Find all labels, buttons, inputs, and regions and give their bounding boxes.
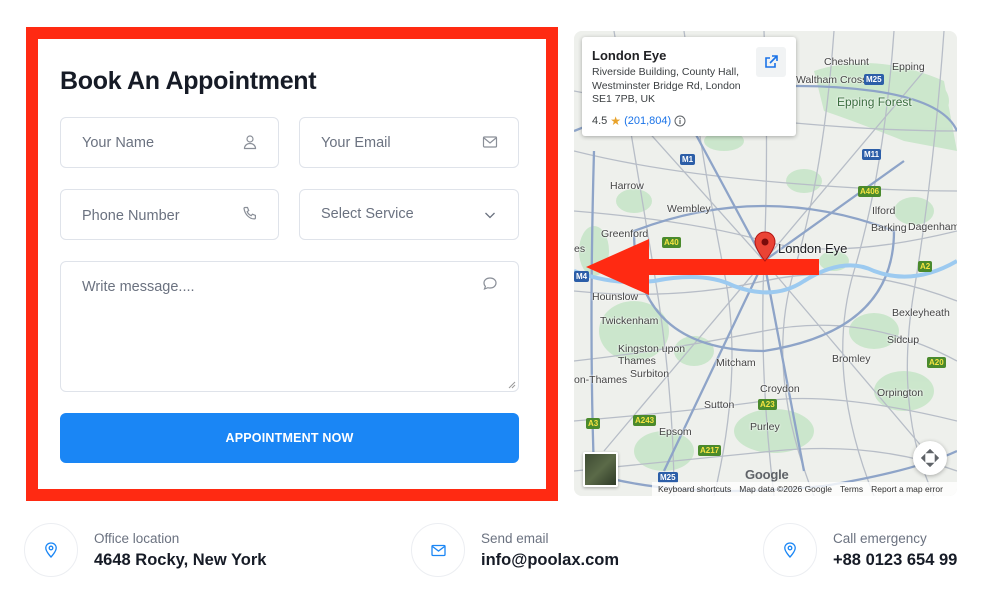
map-label: Wembley xyxy=(667,203,711,215)
map-data-text: Map data ©2026 Google xyxy=(739,484,832,494)
email-link[interactable]: info@poolax.com xyxy=(481,551,619,570)
map-footer: Keyboard shortcuts Map data ©2026 Google… xyxy=(652,482,957,496)
name-input[interactable]: Your Name xyxy=(60,117,279,168)
chevron-down-icon xyxy=(485,212,495,219)
place-address: Riverside Building, County Hall, Westmin… xyxy=(592,66,741,105)
map-label: Mitcham xyxy=(716,357,756,369)
road-badge: A2 xyxy=(918,261,933,272)
map-label: Purley xyxy=(750,421,780,433)
map-label: Bexleyheath xyxy=(892,307,950,319)
contact-icon-circle xyxy=(24,523,78,577)
google-logo: Google xyxy=(745,467,789,482)
map-label: Sidcup xyxy=(887,334,920,346)
map-label: Bromley xyxy=(832,353,871,365)
map-label: Kingston upon Thames xyxy=(618,343,686,367)
road-badge: A20 xyxy=(927,357,946,368)
service-select[interactable]: Select Service xyxy=(299,189,519,240)
road-badge: A3 xyxy=(586,418,601,429)
open-in-maps-button[interactable] xyxy=(756,47,786,77)
road-badge: M11 xyxy=(862,149,882,160)
phone-placeholder: Phone Number xyxy=(82,208,180,224)
reviews-link[interactable]: (201,804) xyxy=(624,115,671,127)
map-label: Barking xyxy=(871,222,907,234)
contact-send-email: Send email info@poolax.com xyxy=(411,522,619,578)
map-label: Epping xyxy=(892,61,925,73)
road-badge: A406 xyxy=(858,186,882,197)
contact-office-location: Office location 4648 Rocky, New York xyxy=(24,522,266,578)
terms-link[interactable]: Terms xyxy=(840,484,863,494)
chat-bubble-icon xyxy=(483,277,497,291)
phone-input[interactable]: Phone Number xyxy=(60,189,279,240)
service-selected-value: Select Service xyxy=(321,206,414,222)
map-label: Sutton xyxy=(704,399,735,411)
user-icon xyxy=(243,135,257,150)
contact-label: Office location xyxy=(94,530,180,546)
embedded-map[interactable]: London Eye Riverside Building, County Ha… xyxy=(574,31,957,496)
map-label: Ilford xyxy=(872,205,896,217)
satellite-toggle-button[interactable] xyxy=(583,452,618,487)
road-badge: A243 xyxy=(633,415,657,426)
phone-link[interactable]: +88 0123 654 99 xyxy=(833,551,957,570)
keyboard-shortcuts-link[interactable]: Keyboard shortcuts xyxy=(658,484,731,494)
road-badge: M25 xyxy=(864,74,884,85)
envelope-icon xyxy=(430,544,446,556)
map-label: on-Thames xyxy=(574,374,628,386)
contact-label: Call emergency xyxy=(833,530,927,546)
map-label: Epsom xyxy=(659,426,692,438)
email-placeholder: Your Email xyxy=(321,135,391,151)
map-label: Croydon xyxy=(760,383,800,395)
contact-value: 4648 Rocky, New York xyxy=(94,550,267,569)
map-label: Cheshunt xyxy=(824,56,869,68)
road-badge: M1 xyxy=(680,154,696,165)
email-input[interactable]: Your Email xyxy=(299,117,519,168)
info-icon[interactable] xyxy=(674,115,686,127)
contact-icon-circle xyxy=(411,523,465,577)
rating-value: 4.5 xyxy=(592,115,608,127)
star-icon: ★ xyxy=(610,114,622,128)
fullscreen-icon xyxy=(921,449,939,467)
resize-handle-icon[interactable] xyxy=(508,381,516,389)
map-label: Waltham Cross xyxy=(796,74,868,86)
message-textarea[interactable]: Write message.... xyxy=(60,261,519,392)
map-pin-icon[interactable] xyxy=(753,231,777,263)
map-label: Surbiton xyxy=(630,368,670,380)
location-pin-icon xyxy=(784,542,796,558)
pin-label: London Eye xyxy=(778,241,848,256)
contact-label: Send email xyxy=(481,530,549,546)
place-rating: 4.5 ★ (201,804) xyxy=(592,114,686,128)
contact-icon-circle xyxy=(763,523,817,577)
appointment-form: Book An Appointment Your Name Your Email… xyxy=(26,27,558,501)
phone-icon xyxy=(243,206,256,220)
message-placeholder: Write message.... xyxy=(82,279,195,295)
appointment-now-button[interactable]: APPOINTMENT NOW xyxy=(60,413,519,463)
red-arrow-annotation xyxy=(586,239,819,295)
map-label: Harrow xyxy=(610,180,644,192)
report-error-link[interactable]: Report a map error xyxy=(871,484,943,494)
place-info-card: London Eye Riverside Building, County Ha… xyxy=(582,37,796,136)
form-title: Book An Appointment xyxy=(60,67,317,95)
contact-call-emergency: Call emergency +88 0123 654 99 xyxy=(763,522,957,578)
map-label: Dagenham xyxy=(908,221,957,233)
location-pin-icon xyxy=(45,542,57,558)
external-link-icon xyxy=(765,55,778,68)
map-label: Orpington xyxy=(877,387,924,399)
place-name: London Eye xyxy=(592,48,667,63)
road-badge: A217 xyxy=(698,445,722,456)
map-label: Epping Forest xyxy=(837,95,912,109)
name-placeholder: Your Name xyxy=(82,135,155,151)
map-label: Twickenham xyxy=(600,315,659,327)
fullscreen-button[interactable] xyxy=(913,441,947,475)
road-badge: A23 xyxy=(758,399,777,410)
envelope-icon xyxy=(482,136,498,148)
